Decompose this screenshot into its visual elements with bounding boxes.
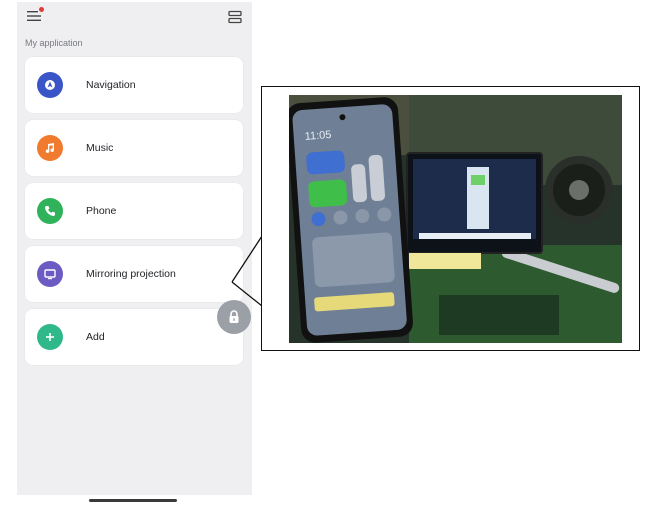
photo-illustration: 11:05 [289,95,622,343]
app-label: Phone [86,205,117,217]
add-icon [37,324,63,350]
music-note-icon [37,135,63,161]
app-label: Music [86,142,114,154]
notification-dot [39,7,44,12]
app-card-navigation[interactable]: Navigation [25,57,243,113]
app-card-phone[interactable]: Phone [25,183,243,239]
app-label: Add [86,331,105,343]
app-panel: My application Navigation Music Phone Mi… [17,2,252,502]
floating-lock-button[interactable] [217,300,251,334]
menu-icon[interactable] [27,10,41,22]
photo-callout-frame: 11:05 [261,86,640,351]
app-label: Navigation [86,79,136,91]
app-card-add[interactable]: Add [25,309,243,365]
home-indicator[interactable] [89,499,177,502]
section-label: My application [25,38,83,48]
phone-time: 11:05 [304,129,331,143]
phone-mirroring-photo: 11:05 [289,95,622,343]
screenshot-stage: My application Navigation Music Phone Mi… [0,0,646,509]
app-label: Mirroring projection [86,268,176,280]
phone-icon [37,198,63,224]
navigation-icon [37,72,63,98]
mirroring-icon [37,261,63,287]
app-card-mirroring-projection[interactable]: Mirroring projection [25,246,243,302]
top-bar [17,2,252,32]
app-card-music[interactable]: Music [25,120,243,176]
screen-cast-icon[interactable] [228,10,242,24]
lock-icon [229,310,239,323]
